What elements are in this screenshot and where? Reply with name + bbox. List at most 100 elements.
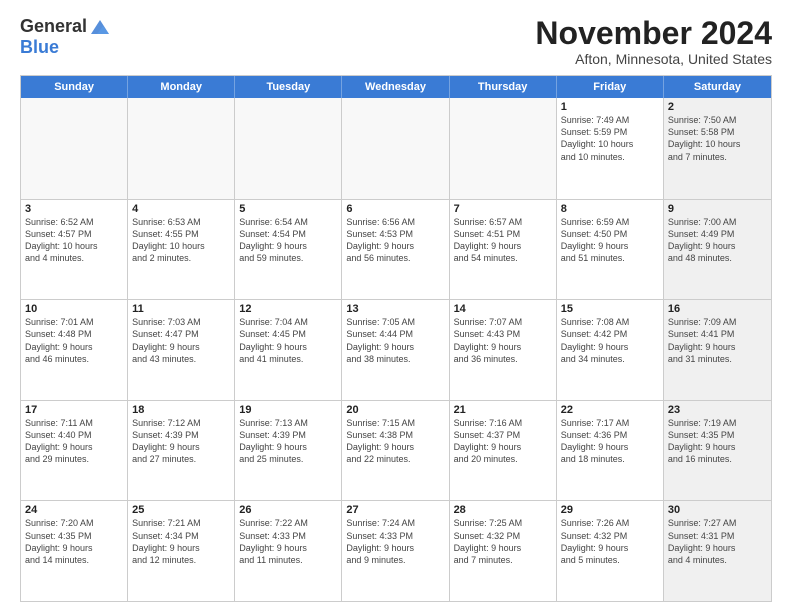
day-cell-4-4: 28Sunrise: 7:25 AM Sunset: 4:32 PM Dayli… [450, 501, 557, 601]
day-cell-4-2: 26Sunrise: 7:22 AM Sunset: 4:33 PM Dayli… [235, 501, 342, 601]
day-info: Sunrise: 6:56 AM Sunset: 4:53 PM Dayligh… [346, 216, 444, 265]
day-info: Sunrise: 7:50 AM Sunset: 5:58 PM Dayligh… [668, 114, 767, 163]
day-number: 16 [668, 303, 767, 315]
logo-icon [89, 18, 111, 36]
day-info: Sunrise: 6:54 AM Sunset: 4:54 PM Dayligh… [239, 216, 337, 265]
day-info: Sunrise: 7:13 AM Sunset: 4:39 PM Dayligh… [239, 417, 337, 466]
day-info: Sunrise: 7:15 AM Sunset: 4:38 PM Dayligh… [346, 417, 444, 466]
day-info: Sunrise: 7:24 AM Sunset: 4:33 PM Dayligh… [346, 517, 444, 566]
week-row-3: 10Sunrise: 7:01 AM Sunset: 4:48 PM Dayli… [21, 299, 771, 400]
day-cell-3-6: 23Sunrise: 7:19 AM Sunset: 4:35 PM Dayli… [664, 401, 771, 501]
logo-general-text: General [20, 16, 87, 37]
day-number: 7 [454, 203, 552, 215]
day-cell-2-5: 15Sunrise: 7:08 AM Sunset: 4:42 PM Dayli… [557, 300, 664, 400]
day-number: 30 [668, 504, 767, 516]
day-number: 11 [132, 303, 230, 315]
day-cell-1-6: 9Sunrise: 7:00 AM Sunset: 4:49 PM Daylig… [664, 200, 771, 300]
day-number: 8 [561, 203, 659, 215]
day-number: 29 [561, 504, 659, 516]
day-number: 27 [346, 504, 444, 516]
day-info: Sunrise: 7:09 AM Sunset: 4:41 PM Dayligh… [668, 316, 767, 365]
day-info: Sunrise: 6:59 AM Sunset: 4:50 PM Dayligh… [561, 216, 659, 265]
day-number: 1 [561, 101, 659, 113]
day-cell-4-5: 29Sunrise: 7:26 AM Sunset: 4:32 PM Dayli… [557, 501, 664, 601]
day-number: 25 [132, 504, 230, 516]
day-number: 2 [668, 101, 767, 113]
day-number: 26 [239, 504, 337, 516]
day-cell-3-3: 20Sunrise: 7:15 AM Sunset: 4:38 PM Dayli… [342, 401, 449, 501]
day-cell-1-0: 3Sunrise: 6:52 AM Sunset: 4:57 PM Daylig… [21, 200, 128, 300]
day-info: Sunrise: 6:52 AM Sunset: 4:57 PM Dayligh… [25, 216, 123, 265]
day-cell-3-2: 19Sunrise: 7:13 AM Sunset: 4:39 PM Dayli… [235, 401, 342, 501]
day-info: Sunrise: 7:25 AM Sunset: 4:32 PM Dayligh… [454, 517, 552, 566]
day-number: 18 [132, 404, 230, 416]
day-info: Sunrise: 7:49 AM Sunset: 5:59 PM Dayligh… [561, 114, 659, 163]
day-cell-1-1: 4Sunrise: 6:53 AM Sunset: 4:55 PM Daylig… [128, 200, 235, 300]
day-cell-2-1: 11Sunrise: 7:03 AM Sunset: 4:47 PM Dayli… [128, 300, 235, 400]
day-info: Sunrise: 7:11 AM Sunset: 4:40 PM Dayligh… [25, 417, 123, 466]
day-cell-1-2: 5Sunrise: 6:54 AM Sunset: 4:54 PM Daylig… [235, 200, 342, 300]
week-row-4: 17Sunrise: 7:11 AM Sunset: 4:40 PM Dayli… [21, 400, 771, 501]
day-cell-0-6: 2Sunrise: 7:50 AM Sunset: 5:58 PM Daylig… [664, 98, 771, 199]
day-cell-0-4 [450, 98, 557, 199]
day-info: Sunrise: 7:27 AM Sunset: 4:31 PM Dayligh… [668, 517, 767, 566]
day-number: 4 [132, 203, 230, 215]
day-cell-0-3 [342, 98, 449, 199]
title-block: November 2024 Afton, Minnesota, United S… [535, 16, 772, 67]
day-number: 15 [561, 303, 659, 315]
day-number: 22 [561, 404, 659, 416]
page: General Blue November 2024 Afton, Minnes… [0, 0, 792, 612]
day-number: 5 [239, 203, 337, 215]
day-cell-2-3: 13Sunrise: 7:05 AM Sunset: 4:44 PM Dayli… [342, 300, 449, 400]
day-info: Sunrise: 7:21 AM Sunset: 4:34 PM Dayligh… [132, 517, 230, 566]
day-info: Sunrise: 6:53 AM Sunset: 4:55 PM Dayligh… [132, 216, 230, 265]
header-wednesday: Wednesday [342, 76, 449, 98]
day-info: Sunrise: 7:04 AM Sunset: 4:45 PM Dayligh… [239, 316, 337, 365]
day-number: 6 [346, 203, 444, 215]
day-info: Sunrise: 7:05 AM Sunset: 4:44 PM Dayligh… [346, 316, 444, 365]
logo: General Blue [20, 16, 111, 58]
day-number: 9 [668, 203, 767, 215]
calendar-body: 1Sunrise: 7:49 AM Sunset: 5:59 PM Daylig… [21, 98, 771, 601]
day-info: Sunrise: 7:17 AM Sunset: 4:36 PM Dayligh… [561, 417, 659, 466]
day-cell-0-5: 1Sunrise: 7:49 AM Sunset: 5:59 PM Daylig… [557, 98, 664, 199]
header-monday: Monday [128, 76, 235, 98]
day-cell-2-4: 14Sunrise: 7:07 AM Sunset: 4:43 PM Dayli… [450, 300, 557, 400]
day-cell-2-0: 10Sunrise: 7:01 AM Sunset: 4:48 PM Dayli… [21, 300, 128, 400]
day-info: Sunrise: 7:00 AM Sunset: 4:49 PM Dayligh… [668, 216, 767, 265]
week-row-1: 1Sunrise: 7:49 AM Sunset: 5:59 PM Daylig… [21, 98, 771, 199]
day-number: 12 [239, 303, 337, 315]
week-row-5: 24Sunrise: 7:20 AM Sunset: 4:35 PM Dayli… [21, 500, 771, 601]
logo-blue-text: Blue [20, 37, 59, 58]
day-info: Sunrise: 7:20 AM Sunset: 4:35 PM Dayligh… [25, 517, 123, 566]
day-cell-4-1: 25Sunrise: 7:21 AM Sunset: 4:34 PM Dayli… [128, 501, 235, 601]
day-info: Sunrise: 7:22 AM Sunset: 4:33 PM Dayligh… [239, 517, 337, 566]
location: Afton, Minnesota, United States [535, 51, 772, 67]
day-number: 3 [25, 203, 123, 215]
header-saturday: Saturday [664, 76, 771, 98]
header-thursday: Thursday [450, 76, 557, 98]
day-info: Sunrise: 7:01 AM Sunset: 4:48 PM Dayligh… [25, 316, 123, 365]
day-number: 13 [346, 303, 444, 315]
day-number: 10 [25, 303, 123, 315]
day-cell-3-5: 22Sunrise: 7:17 AM Sunset: 4:36 PM Dayli… [557, 401, 664, 501]
day-number: 20 [346, 404, 444, 416]
day-cell-0-2 [235, 98, 342, 199]
day-cell-2-6: 16Sunrise: 7:09 AM Sunset: 4:41 PM Dayli… [664, 300, 771, 400]
calendar: Sunday Monday Tuesday Wednesday Thursday… [20, 75, 772, 602]
day-cell-2-2: 12Sunrise: 7:04 AM Sunset: 4:45 PM Dayli… [235, 300, 342, 400]
day-cell-1-3: 6Sunrise: 6:56 AM Sunset: 4:53 PM Daylig… [342, 200, 449, 300]
day-cell-3-0: 17Sunrise: 7:11 AM Sunset: 4:40 PM Dayli… [21, 401, 128, 501]
day-info: Sunrise: 7:16 AM Sunset: 4:37 PM Dayligh… [454, 417, 552, 466]
week-row-2: 3Sunrise: 6:52 AM Sunset: 4:57 PM Daylig… [21, 199, 771, 300]
header-tuesday: Tuesday [235, 76, 342, 98]
day-cell-4-3: 27Sunrise: 7:24 AM Sunset: 4:33 PM Dayli… [342, 501, 449, 601]
day-info: Sunrise: 7:26 AM Sunset: 4:32 PM Dayligh… [561, 517, 659, 566]
month-title: November 2024 [535, 16, 772, 51]
day-info: Sunrise: 7:19 AM Sunset: 4:35 PM Dayligh… [668, 417, 767, 466]
day-info: Sunrise: 7:03 AM Sunset: 4:47 PM Dayligh… [132, 316, 230, 365]
day-number: 24 [25, 504, 123, 516]
calendar-header: Sunday Monday Tuesday Wednesday Thursday… [21, 76, 771, 98]
day-cell-3-1: 18Sunrise: 7:12 AM Sunset: 4:39 PM Dayli… [128, 401, 235, 501]
day-number: 19 [239, 404, 337, 416]
